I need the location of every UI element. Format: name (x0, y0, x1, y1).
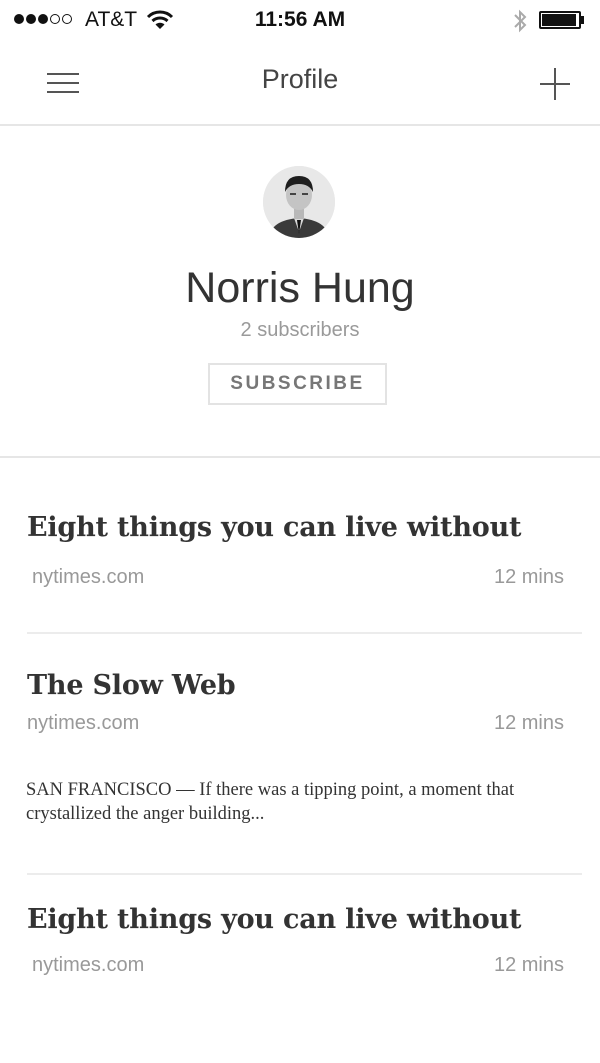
article-title: Eight things you can live without (27, 904, 522, 935)
subscribe-button[interactable]: SUBSCRIBE (208, 363, 387, 405)
clock: 11:56 AM (254, 8, 346, 31)
person-avatar-icon (263, 166, 335, 238)
battery-fill (542, 14, 576, 26)
page-title: Profile (261, 64, 339, 94)
add-button[interactable] (532, 62, 578, 106)
article-item[interactable]: The Slow Web nytimes.com 12 mins SAN FRA… (0, 634, 600, 876)
status-bar: AT&T 11:56 AM (0, 0, 600, 42)
avatar (263, 166, 335, 238)
article-read-time: 12 mins (493, 712, 564, 734)
article-excerpt: SAN FRANCISCO — If there was a tipping p… (26, 780, 515, 824)
subscriber-count: 2 subscribers (240, 319, 360, 341)
plus-icon (540, 68, 570, 100)
divider (27, 873, 582, 875)
article-read-time: 12 mins (493, 566, 564, 588)
article-title: The Slow Web (27, 670, 236, 701)
article-item[interactable]: Eight things you can live without nytime… (0, 876, 600, 1063)
bluetooth-icon (511, 8, 529, 39)
article-title: Eight things you can live without (27, 512, 522, 543)
article-source: nytimes.com (32, 566, 145, 588)
battery-nub (581, 16, 584, 24)
article-source: nytimes.com (27, 712, 140, 734)
article-item[interactable]: Eight things you can live without nytime… (0, 456, 600, 634)
nav-bar: Profile (0, 42, 600, 126)
battery-icon (539, 11, 581, 29)
article-source: nytimes.com (32, 954, 145, 976)
article-read-time: 12 mins (493, 954, 564, 976)
profile-header: Norris Hung 2 subscribers SUBSCRIBE (0, 126, 600, 458)
profile-name: Norris Hung (185, 264, 415, 312)
